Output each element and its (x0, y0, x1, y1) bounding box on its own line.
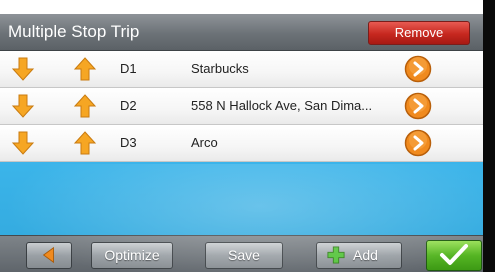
list-item[interactable]: D3 Arco (0, 125, 483, 162)
arrow-down-icon[interactable] (10, 56, 36, 82)
bottom-toolbar: Optimize Save Add (0, 235, 483, 272)
optimize-button[interactable]: Optimize (91, 242, 173, 269)
arrow-down-icon[interactable] (10, 93, 36, 119)
stop-id: D1 (120, 61, 137, 76)
stop-id: D3 (120, 135, 137, 150)
chevron-right-circle-icon[interactable] (404, 129, 432, 157)
screen: Multiple Stop Trip Remove D1 Starbucks D… (0, 14, 483, 272)
arrow-up-icon[interactable] (72, 93, 98, 119)
confirm-button[interactable] (426, 240, 482, 271)
stop-list: D1 Starbucks D2 558 N Hallock Ave, San D… (0, 51, 483, 162)
save-button[interactable]: Save (205, 242, 283, 269)
chevron-right-circle-icon[interactable] (404, 92, 432, 120)
list-item[interactable]: D2 558 N Hallock Ave, San Dima... (0, 88, 483, 125)
device-bezel-top (0, 0, 495, 14)
back-button[interactable] (26, 242, 72, 269)
arrow-down-icon[interactable] (10, 130, 36, 156)
stop-name: Arco (191, 135, 218, 150)
remove-button[interactable]: Remove (368, 21, 470, 45)
header-bar: Multiple Stop Trip Remove (0, 14, 483, 51)
stop-name: 558 N Hallock Ave, San Dima... (191, 98, 373, 113)
chevron-right-circle-icon[interactable] (404, 55, 432, 83)
stop-name: Starbucks (191, 61, 249, 76)
page-title: Multiple Stop Trip (8, 22, 140, 41)
back-arrow-icon (42, 246, 54, 264)
add-button-label: Add (353, 247, 378, 263)
checkmark-icon (440, 244, 468, 265)
plus-icon (327, 246, 345, 264)
arrow-up-icon[interactable] (72, 130, 98, 156)
add-button[interactable]: Add (316, 242, 402, 269)
device-bezel-right (483, 0, 495, 272)
stop-id: D2 (120, 98, 137, 113)
arrow-up-icon[interactable] (72, 56, 98, 82)
list-item[interactable]: D1 Starbucks (0, 51, 483, 88)
